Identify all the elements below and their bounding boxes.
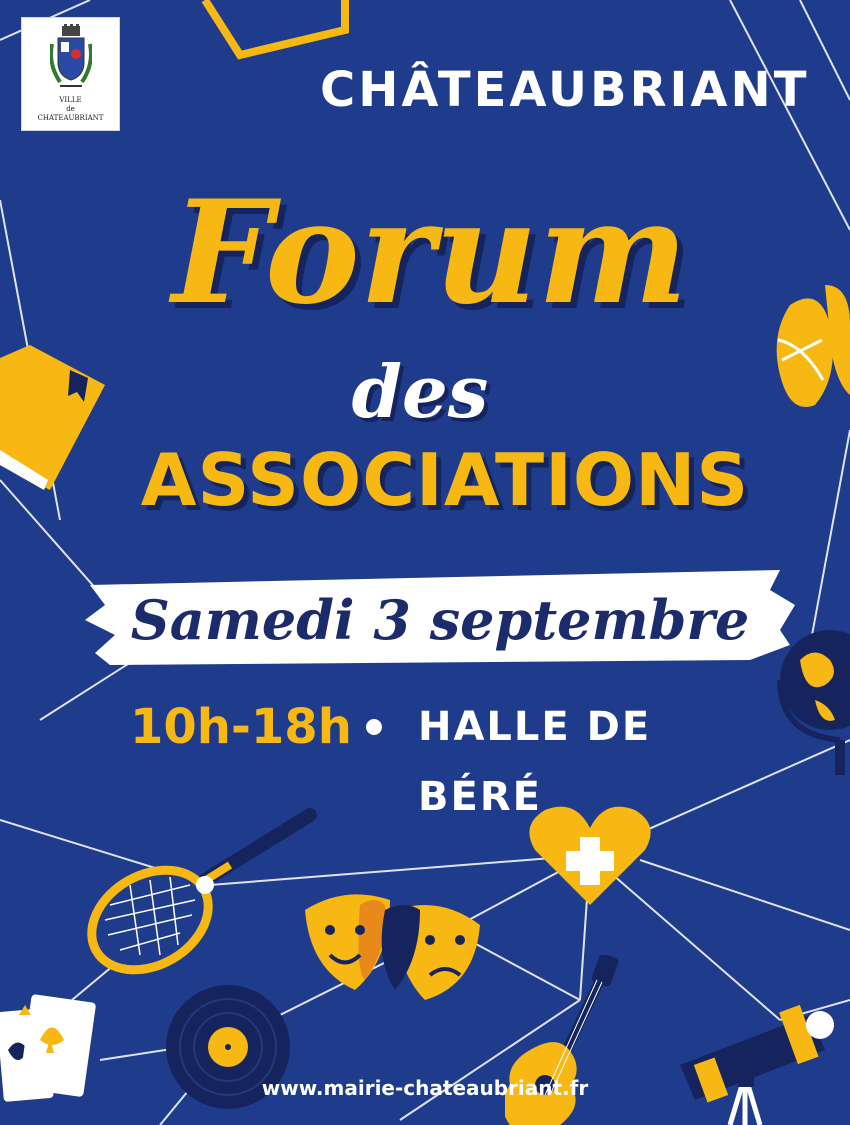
telescope-icon [680, 1004, 834, 1125]
event-info: 10h-18h HALLE DE BÉRÉ [100, 692, 780, 820]
poster: VILLE de CHATEAUBRIANT CHÂTEAUBRIANT For… [0, 0, 850, 1125]
playing-cards-icon [0, 994, 96, 1102]
logo-line-1: VILLE [59, 96, 82, 104]
book-outline-icon [201, 0, 349, 60]
coat-of-arms-icon [50, 24, 92, 87]
tennis-racket-icon [87, 808, 317, 975]
heart-cross-icon [529, 806, 651, 905]
forum-title: Forum [171, 170, 689, 336]
separator-dot [366, 719, 382, 735]
des-title: des [351, 349, 489, 434]
book-icon [0, 345, 105, 490]
associations-title: ASSOCIATIONS [140, 438, 750, 522]
event-hours: 10h-18h [130, 699, 352, 755]
website-url[interactable]: www.mairie-chateaubriant.fr [260, 1070, 590, 1106]
globe-icon [777, 630, 850, 775]
city-name: CHÂTEAUBRIANT [320, 62, 810, 118]
logo-line-3: CHATEAUBRIANT [37, 114, 104, 122]
event-date: Samedi 3 septembre [130, 588, 750, 652]
theatre-masks-icon [305, 894, 480, 1000]
logo-line-2: de [66, 105, 75, 113]
city-logo: VILLE de CHATEAUBRIANT [22, 18, 119, 130]
ballet-shoe-icon [776, 285, 850, 407]
